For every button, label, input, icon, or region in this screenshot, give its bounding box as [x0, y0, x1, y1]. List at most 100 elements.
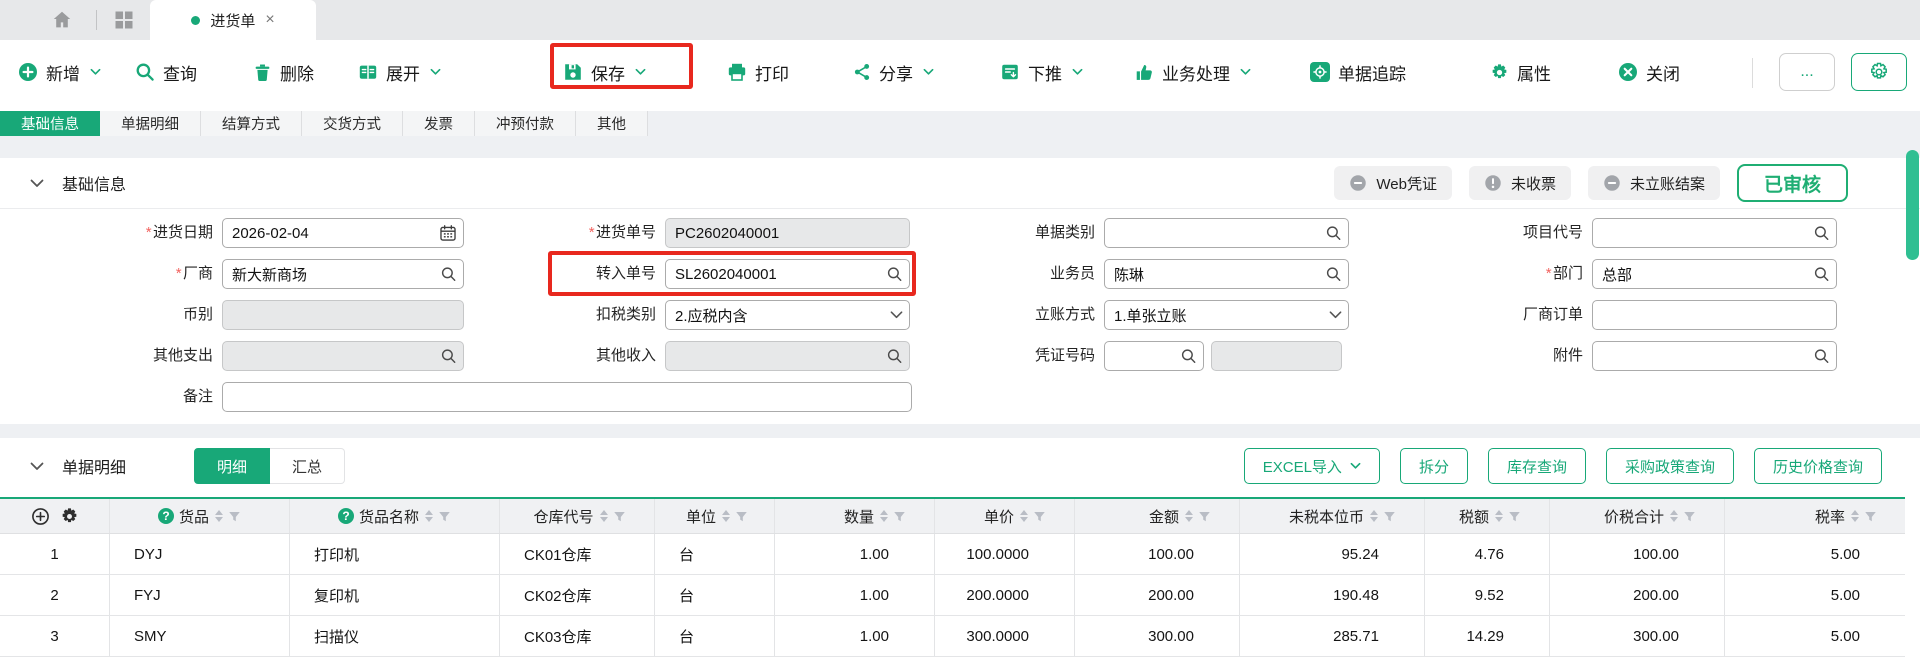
cell-goods_code[interactable]: DYJ — [110, 534, 290, 574]
search-icon[interactable] — [1325, 225, 1342, 242]
filter-icon[interactable] — [735, 510, 748, 523]
search-icon[interactable] — [1813, 348, 1830, 365]
sort-icons[interactable] — [722, 510, 730, 522]
filter-icon[interactable] — [438, 510, 451, 523]
column-header-total_with_tax[interactable]: 价税合计 — [1550, 499, 1725, 533]
close-button[interactable]: 关闭 — [1618, 50, 1680, 94]
properties-button[interactable]: 属性 — [1490, 50, 1551, 94]
tab-doc-detail[interactable]: 单据明细 — [100, 111, 201, 136]
history-price-query-button[interactable]: 历史价格查询 — [1754, 448, 1882, 484]
push-down-button[interactable]: 下推 — [1000, 50, 1083, 94]
tab-other[interactable]: 其他 — [576, 111, 648, 136]
query-button[interactable]: 查询 — [135, 50, 197, 94]
cell-untaxed_amount[interactable]: 95.24 — [1240, 534, 1425, 574]
cell-goods_name[interactable]: 打印机 — [290, 534, 500, 574]
filter-icon[interactable] — [228, 510, 241, 523]
cell-total_with_tax[interactable]: 100.00 — [1550, 534, 1725, 574]
tab-prepayment[interactable]: 冲预付款 — [475, 111, 576, 136]
tab-basic-info[interactable]: 基础信息 — [0, 111, 100, 136]
cell-unit_price[interactable]: 300.0000 — [935, 616, 1075, 656]
inventory-query-button[interactable]: 库存查询 — [1488, 448, 1586, 484]
cell-unit_price[interactable]: 200.0000 — [935, 575, 1075, 615]
close-tab-icon[interactable]: × — [265, 12, 274, 28]
tab-settlement[interactable]: 结算方式 — [201, 111, 302, 136]
home-icon[interactable] — [52, 10, 72, 30]
cell-qty[interactable]: 1.00 — [775, 616, 935, 656]
cell-total_with_tax[interactable]: 200.00 — [1550, 575, 1725, 615]
row-number[interactable]: 1 — [0, 534, 110, 574]
table-row[interactable]: 3SMY扫描仪CK03仓库台1.00300.0000300.00285.7114… — [0, 616, 1905, 657]
column-header-qty[interactable]: 数量 — [775, 499, 935, 533]
project-code-input[interactable] — [1592, 218, 1837, 248]
sort-icons[interactable] — [1370, 510, 1378, 522]
sort-icons[interactable] — [1495, 510, 1503, 522]
no-invoice-badge[interactable]: 未收票 — [1469, 166, 1571, 200]
filter-icon[interactable] — [1683, 510, 1696, 523]
tab-invoice[interactable]: 发票 — [403, 111, 475, 136]
more-button[interactable]: ... — [1779, 53, 1835, 91]
collapse-chevron-icon[interactable] — [30, 462, 44, 471]
filter-icon[interactable] — [1864, 510, 1877, 523]
sort-icons[interactable] — [215, 510, 223, 522]
cell-warehouse_code[interactable]: CK01仓库 — [500, 534, 655, 574]
filter-icon[interactable] — [1198, 510, 1211, 523]
collapse-chevron-icon[interactable] — [30, 179, 44, 188]
filter-icon[interactable] — [613, 510, 626, 523]
cell-amount[interactable]: 300.00 — [1075, 616, 1240, 656]
row-number[interactable]: 2 — [0, 575, 110, 615]
sort-icons[interactable] — [600, 510, 608, 522]
row-number[interactable]: 3 — [0, 616, 110, 656]
cell-unit_price[interactable]: 100.0000 — [935, 534, 1075, 574]
sort-icons[interactable] — [1020, 510, 1028, 522]
search-icon[interactable] — [1813, 266, 1830, 283]
cell-qty[interactable]: 1.00 — [775, 575, 935, 615]
cell-tax_amount[interactable]: 14.29 — [1425, 616, 1550, 656]
vendor-order-input[interactable] — [1592, 300, 1837, 330]
remark-input[interactable] — [222, 382, 912, 412]
cell-goods_code[interactable]: SMY — [110, 616, 290, 656]
column-header-amount[interactable]: 金额 — [1075, 499, 1240, 533]
search-icon[interactable] — [1813, 225, 1830, 242]
add-row-icon[interactable] — [31, 507, 50, 526]
table-row[interactable]: 1DYJ打印机CK01仓库台1.00100.0000100.0095.244.7… — [0, 534, 1905, 575]
salesman-input[interactable] — [1104, 259, 1349, 289]
tab-purchase-order[interactable]: 进货单 × — [150, 0, 316, 40]
help-icon[interactable]: ? — [158, 508, 174, 524]
business-process-button[interactable]: 业务处理 — [1135, 50, 1251, 94]
share-button[interactable]: 分享 — [853, 50, 934, 94]
apps-grid-icon[interactable] — [114, 10, 134, 30]
doc-trace-button[interactable]: 单据追踪 — [1310, 50, 1406, 94]
filter-icon[interactable] — [893, 510, 906, 523]
add-button[interactable]: 新增 — [18, 50, 101, 94]
cell-amount[interactable]: 200.00 — [1075, 575, 1240, 615]
cell-goods_name[interactable]: 扫描仪 — [290, 616, 500, 656]
sort-icons[interactable] — [880, 510, 888, 522]
cell-untaxed_amount[interactable]: 190.48 — [1240, 575, 1425, 615]
filter-icon[interactable] — [1508, 510, 1521, 523]
column-header-goods_code[interactable]: ?货品 — [110, 499, 290, 533]
sort-icons[interactable] — [1185, 510, 1193, 522]
cell-tax_amount[interactable]: 4.76 — [1425, 534, 1550, 574]
cell-unit[interactable]: 台 — [655, 534, 775, 574]
cell-total_with_tax[interactable]: 300.00 — [1550, 616, 1725, 656]
split-button[interactable]: 拆分 — [1400, 448, 1468, 484]
cell-goods_name[interactable]: 复印机 — [290, 575, 500, 615]
cell-unit[interactable]: 台 — [655, 575, 775, 615]
column-header-unit_price[interactable]: 单价 — [935, 499, 1075, 533]
cell-warehouse_code[interactable]: CK03仓库 — [500, 616, 655, 656]
table-row[interactable]: 2FYJ复印机CK02仓库台1.00200.0000200.00190.489.… — [0, 575, 1905, 616]
save-button[interactable]: 保存 — [563, 50, 646, 94]
purchase-policy-query-button[interactable]: 采购政策查询 — [1606, 448, 1734, 484]
department-input[interactable] — [1592, 259, 1837, 289]
toolbar-settings-button[interactable] — [1851, 53, 1907, 91]
tab-delivery[interactable]: 交货方式 — [302, 111, 403, 136]
doc-type-input[interactable] — [1104, 218, 1349, 248]
delete-button[interactable]: 删除 — [253, 50, 314, 94]
help-icon[interactable]: ? — [338, 508, 354, 524]
column-header-goods_name[interactable]: ?货品名称 — [290, 499, 500, 533]
filter-icon[interactable] — [1033, 510, 1046, 523]
filter-icon[interactable] — [1383, 510, 1396, 523]
cell-tax_rate[interactable]: 5.00 — [1725, 616, 1905, 656]
cell-untaxed_amount[interactable]: 285.71 — [1240, 616, 1425, 656]
row-tools-header[interactable] — [0, 499, 110, 533]
